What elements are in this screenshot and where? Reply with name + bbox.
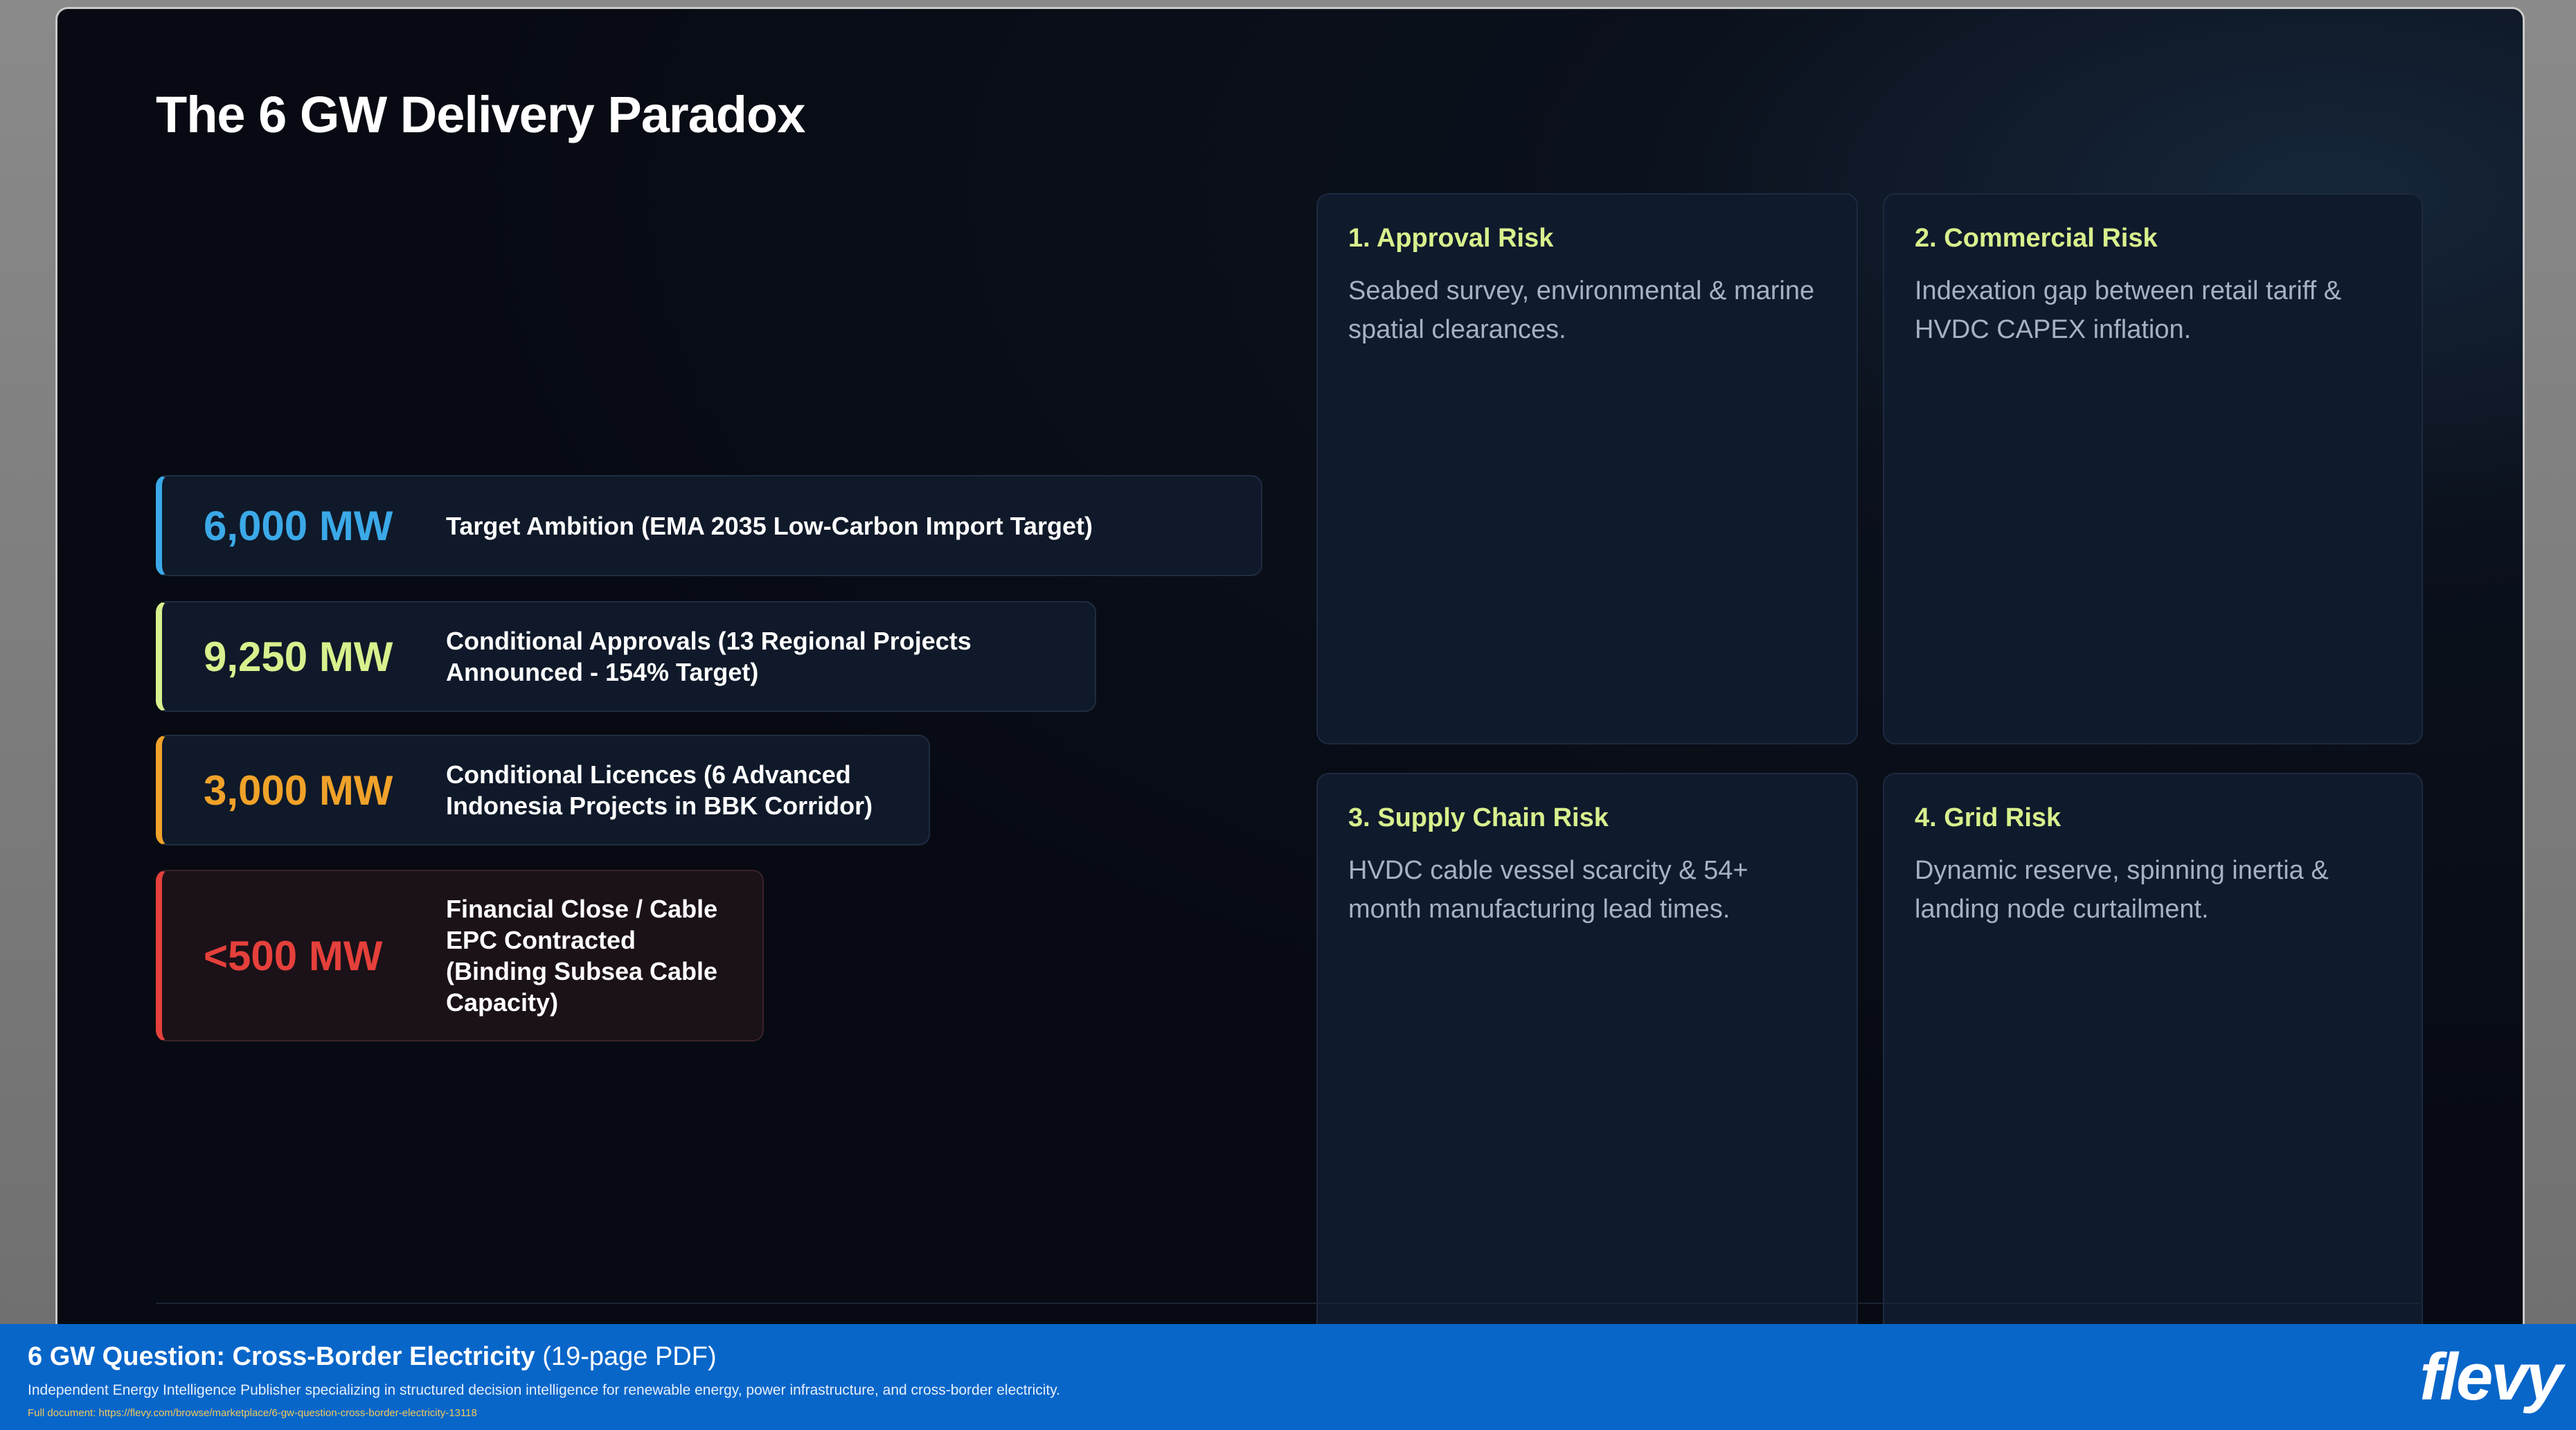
footer-description: Independent Energy Intelligence Publishe… bbox=[28, 1382, 1061, 1398]
footer-title-text: 6 GW Question: Cross-Border Electricity bbox=[28, 1342, 535, 1371]
risk-title: 1. Approval Risk bbox=[1348, 224, 1554, 253]
metric-value: 3,000 MW bbox=[204, 767, 393, 814]
metric-description: Target Ambition (EMA 2035 Low-Carbon Imp… bbox=[446, 511, 1093, 540]
risk-card-commercial: 2. Commercial Risk Indexation gap betwee… bbox=[1883, 193, 2423, 744]
metric-value: 9,250 MW bbox=[204, 633, 393, 680]
risk-text: Dynamic reserve, spinning inertia & land… bbox=[1915, 856, 2329, 924]
document-footer-banner: 6 GW Question: Cross-Border Electricity … bbox=[0, 1324, 2576, 1430]
metric-value: <500 MW bbox=[204, 932, 383, 979]
metric-financial-close: <500 MW Financial Close / Cable EPC Cont… bbox=[156, 870, 764, 1042]
metric-description: Financial Close / Cable EPC Contracted (… bbox=[446, 895, 718, 1017]
risk-title: 4. Grid Risk bbox=[1915, 803, 2061, 832]
slide-title: The 6 GW Delivery Paradox bbox=[156, 86, 805, 143]
metric-conditional-approvals: 9,250 MW Conditional Approvals (13 Regio… bbox=[156, 601, 1096, 712]
metric-value: 6,000 MW bbox=[204, 502, 393, 549]
risk-text: Indexation gap between retail tariff & H… bbox=[1915, 276, 2342, 344]
metric-description: Conditional Licences (6 Advanced Indones… bbox=[446, 760, 873, 820]
metric-conditional-licences: 3,000 MW Conditional Licences (6 Advance… bbox=[156, 735, 930, 846]
risk-text: Seabed survey, environmental & marine sp… bbox=[1348, 276, 1815, 344]
footer-page-info: (19-page PDF) bbox=[542, 1342, 717, 1371]
risk-text: HVDC cable vessel scarcity & 54+ month m… bbox=[1348, 856, 1748, 924]
risk-card-grid: 4. Grid Risk Dynamic reserve, spinning i… bbox=[1883, 773, 2423, 1325]
document-viewer: The 6 GW Delivery Paradox 6,000 MW Targe… bbox=[0, 0, 2576, 1430]
risk-title: 2. Commercial Risk bbox=[1915, 224, 2158, 253]
metric-description: Conditional Approvals (13 Regional Proje… bbox=[446, 627, 972, 686]
risk-card-approval: 1. Approval Risk Seabed survey, environm… bbox=[1316, 193, 1858, 744]
metric-target-ambition: 6,000 MW Target Ambition (EMA 2035 Low-C… bbox=[156, 475, 1262, 576]
footer-document-title: 6 GW Question: Cross-Border Electricity … bbox=[28, 1342, 717, 1372]
footer-document-link[interactable]: Full document: https://flevy.com/browse/… bbox=[28, 1407, 477, 1419]
risk-title: 3. Supply Chain Risk bbox=[1348, 803, 1609, 832]
slide: The 6 GW Delivery Paradox 6,000 MW Targe… bbox=[55, 7, 2525, 1325]
risk-card-supply-chain: 3. Supply Chain Risk HVDC cable vessel s… bbox=[1316, 773, 1858, 1325]
flevy-logo[interactable]: flevy bbox=[2420, 1339, 2563, 1415]
slide-divider bbox=[156, 1303, 2423, 1304]
